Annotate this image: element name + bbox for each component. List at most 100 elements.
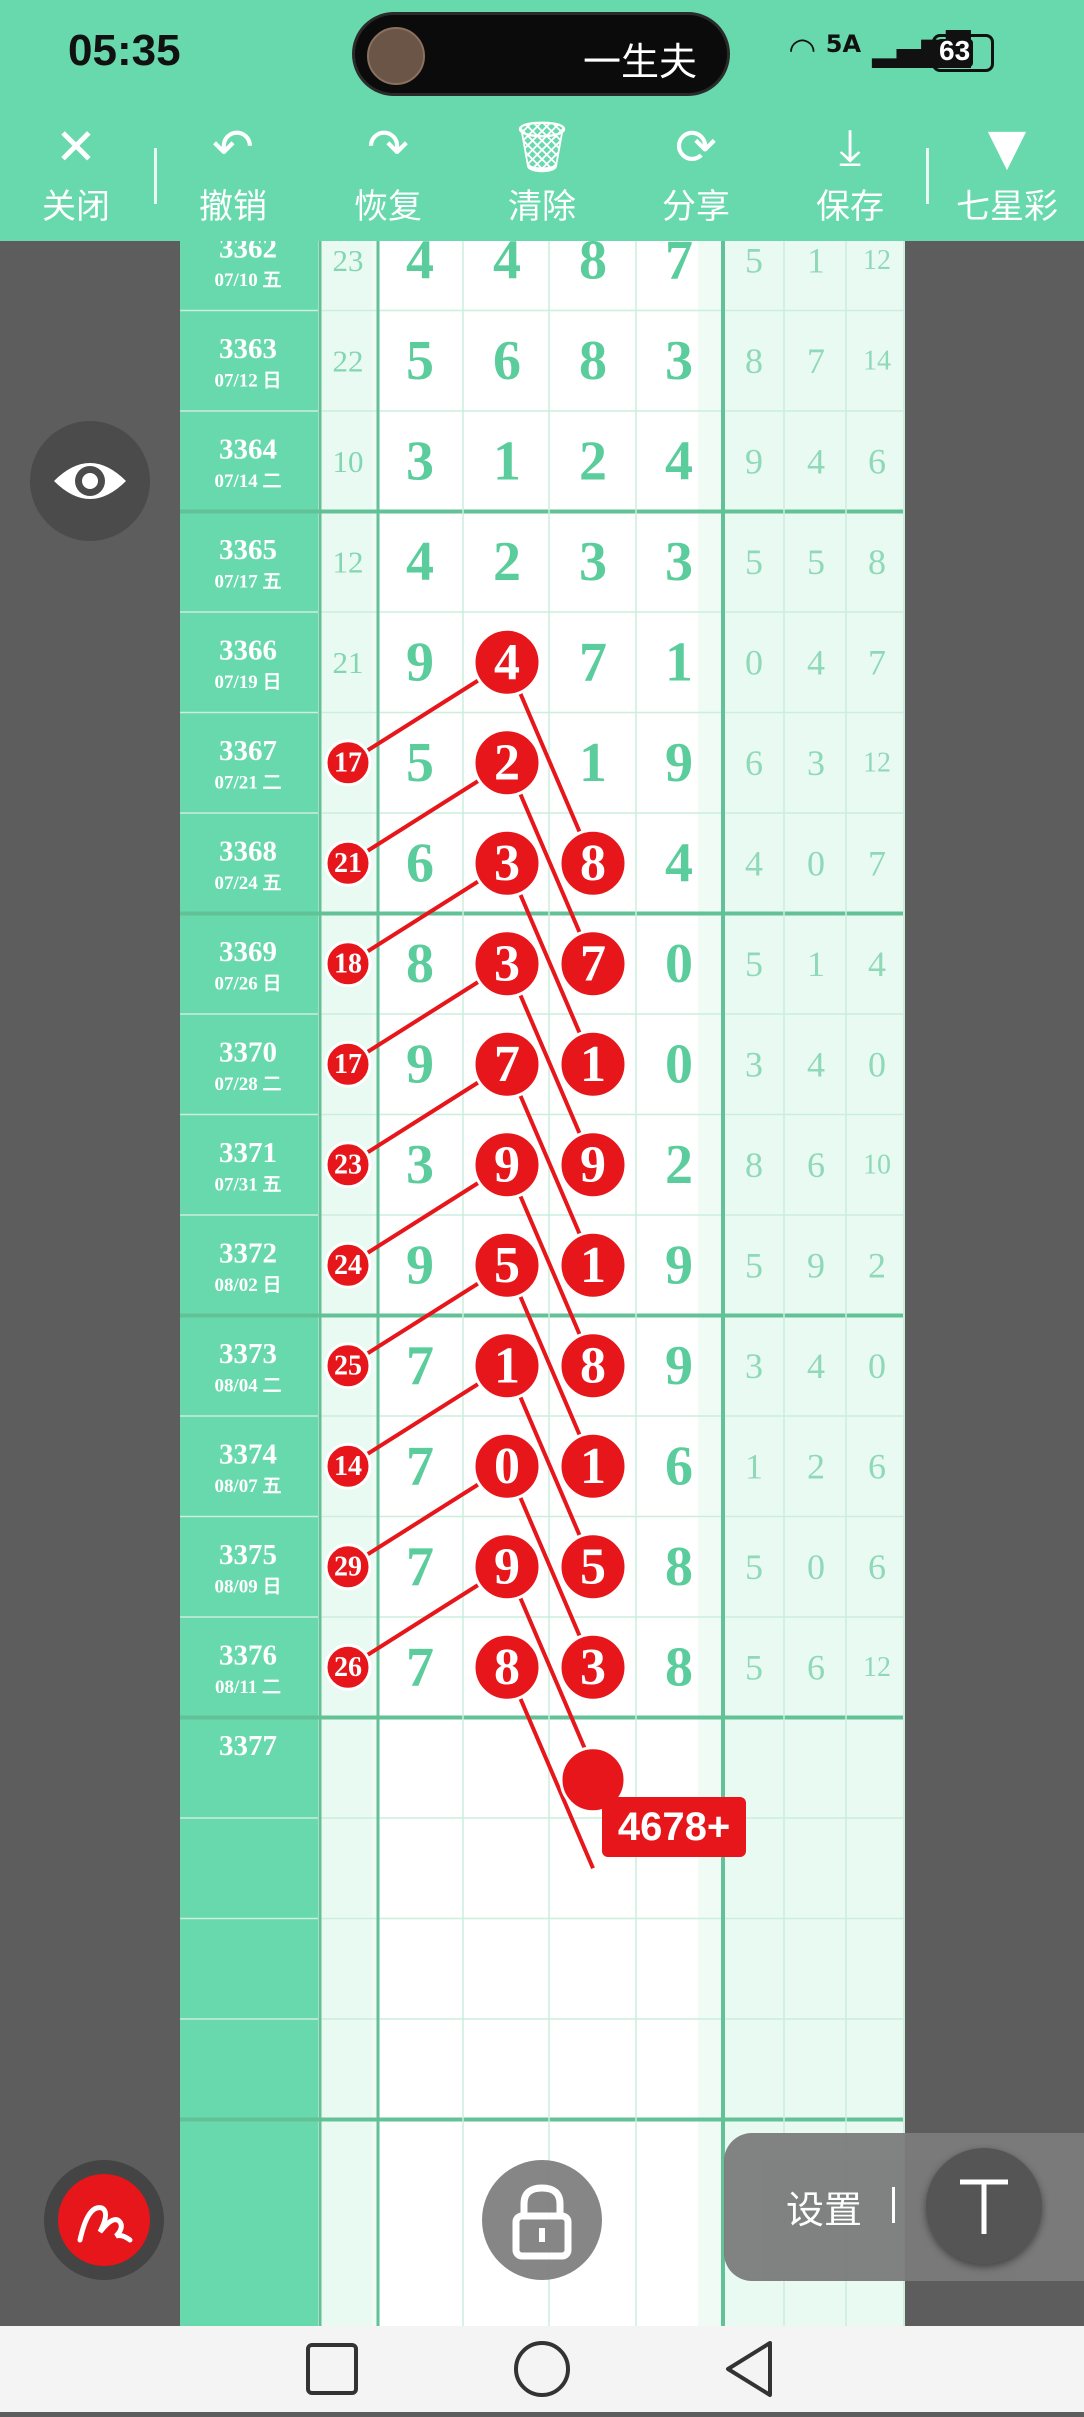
extra-value: 3 [807,743,825,783]
extra-value: 1 [807,944,825,984]
clear-button[interactable]: 🗑 清除 [467,113,617,241]
issue-date: 07/21 二 [214,772,281,793]
text-tool-button[interactable] [926,2148,1042,2264]
issue-date: 07/31 五 [214,1174,281,1195]
close-button[interactable]: ✕ 关闭 [1,113,151,241]
extra-value: 9 [745,441,763,481]
extra-value: 12 [863,747,891,778]
extra-value: 10 [863,1149,891,1180]
issue-number: 3377 [219,1730,277,1762]
digit-cell: 9 [665,732,693,794]
lock-button[interactable] [482,2160,602,2280]
redo-label: 恢复 [354,187,422,227]
extra-value: 0 [868,1346,886,1386]
extra-value: 4 [807,1346,825,1386]
sum-mark-label: 26 [334,1652,362,1683]
extra-value: 7 [868,843,886,883]
digit-cell: 1 [493,430,521,492]
share-button[interactable]: ⟳ 分享 [621,113,771,241]
issue-date: 08/02 日 [214,1275,281,1296]
sum-mark-label: 23 [334,1149,362,1180]
battery-icon: 63 [932,34,994,72]
digit-cell: 6 [493,330,521,392]
lottery-label: 七星彩 [956,187,1058,227]
digit-cell: 6 [406,832,434,894]
extra-value: 5 [745,241,763,280]
digit-cell: 1 [665,631,693,693]
digit-mark-label: 1 [580,1036,606,1093]
issue-number: 3370 [219,1036,277,1068]
issue-number: 3363 [219,333,277,365]
digit-cell: 2 [579,430,607,492]
visibility-toggle-button[interactable] [30,421,150,541]
lottery-select-button[interactable]: ▼ 七星彩 [932,113,1082,241]
digit-cell: 9 [665,1335,693,1397]
issue-number: 3365 [219,534,277,566]
digit-cell: 7 [406,1335,434,1397]
digit-cell: 4 [665,430,693,492]
digit-cell: 3 [406,1134,434,1196]
extra-value: 1 [745,1446,763,1486]
recent-apps-button[interactable] [306,2343,358,2395]
digit-mark-label: 3 [494,835,520,892]
extra-value: 6 [868,1547,886,1587]
redo-button[interactable]: ↷ 恢复 [313,113,463,241]
digit-cell: 3 [665,330,693,392]
digit-mark-label: 8 [494,1639,520,1696]
digit-cell: 7 [406,1435,434,1497]
extra-value: 8 [745,341,763,381]
digit-mark-label: 9 [494,1538,520,1595]
digit-cell: 8 [665,1536,693,1598]
chart-board[interactable]: 3362 07/10 五 23 4 4 8 7 5 1 12 3363 07/12 日 22 5 6 8 3 8 7… [180,241,905,2326]
digit-mark-label: 9 [494,1136,520,1193]
top-toolbar: ✕ 关闭 ↶ 撤销 ↷ 恢复 🗑 清除 ⟳ 分享 ⤓ 保存 ▼ 七星彩 [0,113,1084,241]
sum-value: 23 [333,243,364,278]
digit-cell: 7 [406,1536,434,1598]
sum-value: 22 [333,343,364,378]
digit-mark-label: 4 [494,634,520,691]
draw-tool-button[interactable] [44,2160,164,2280]
issue-date: 08/09 日 [214,1576,281,1597]
settings-label[interactable]: 设置 [786,2179,862,2234]
extra-value: 6 [745,743,763,783]
digit-cell: 4 [493,241,521,291]
extra-value: 0 [868,1044,886,1084]
share-label: 分享 [662,187,730,227]
sum-value: 12 [333,544,364,579]
network-label: 5A [825,30,862,58]
digit-mark-label: 1 [580,1237,606,1294]
navigation-bar [0,2326,1084,2412]
digit-mark-label: 2 [494,734,520,791]
extra-value: 6 [868,1446,886,1486]
digit-cell: 0 [665,1033,693,1095]
save-label: 保存 [816,187,884,227]
home-button[interactable] [514,2341,570,2397]
issue-number: 3372 [219,1237,277,1269]
issue-number: 3374 [219,1438,277,1470]
extra-value: 9 [807,1245,825,1285]
trash-icon: 🗑 [510,118,574,176]
digit-cell: 4 [406,241,434,291]
extra-value: 4 [807,1044,825,1084]
digit-mark-label: 3 [494,935,520,992]
extra-value: 2 [868,1245,886,1285]
extra-value: 5 [745,542,763,582]
digit-cell: 8 [665,1636,693,1698]
save-button[interactable]: ⤓ 保存 [775,113,925,241]
issue-number: 3368 [219,835,277,867]
redo-icon: ↷ [367,118,409,176]
extra-value: 2 [807,1446,825,1486]
issue-number: 3369 [219,936,277,968]
sum-mark-label: 17 [334,1049,362,1080]
dynamic-island[interactable]: 一生夫 [352,12,730,96]
digit-mark-label: 5 [580,1538,606,1595]
extra-value: 0 [745,642,763,682]
media-thumbnail [367,27,425,85]
number-grid[interactable]: 336207/10 五23 4 4 8 7 5 1 12336307/12 日22 5 6 8 3 8 7… [180,241,905,2326]
digit-cell: 9 [406,1033,434,1095]
undo-button[interactable]: ↶ 撤销 [158,113,308,241]
triangle-down-icon: ▼ [987,118,1027,176]
extra-value: 0 [807,843,825,883]
back-button[interactable] [726,2341,772,2397]
extra-value: 4 [868,944,886,984]
